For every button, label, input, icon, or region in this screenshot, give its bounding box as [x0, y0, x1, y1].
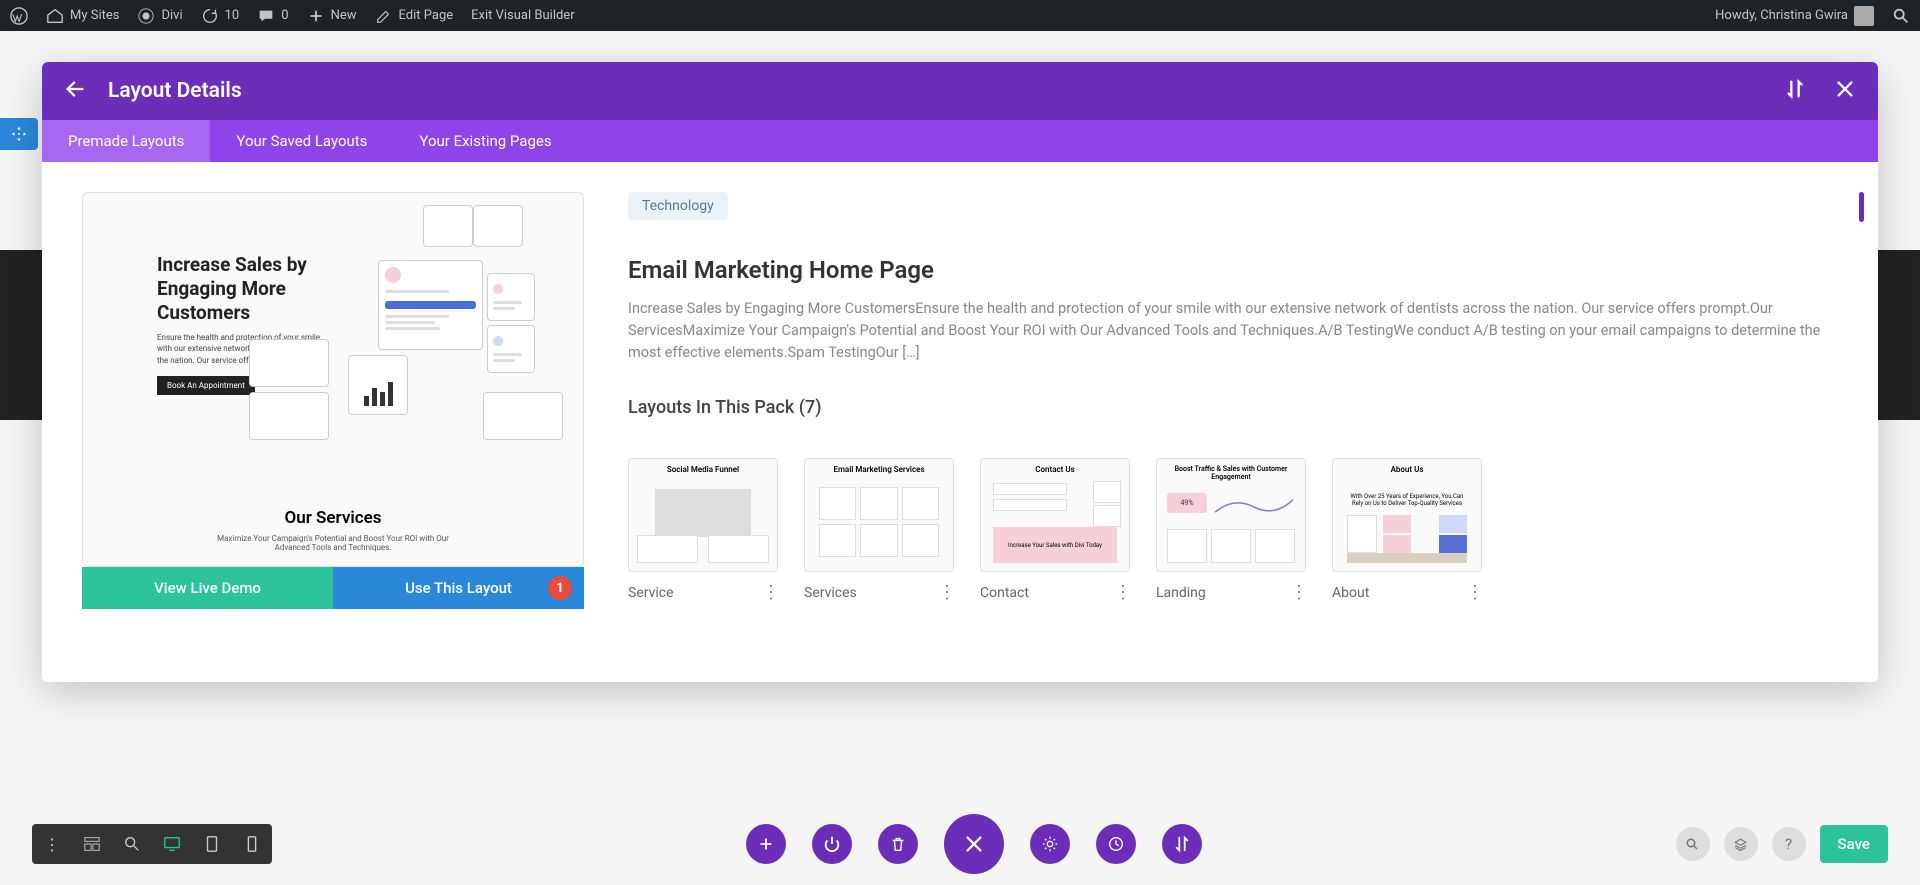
thumb-landing[interactable]: Boost Traffic & Sales with Customer Enga…	[1156, 458, 1306, 603]
category-tag[interactable]: Technology	[628, 192, 728, 220]
modal-tabs: Premade Layouts Your Saved Layouts Your …	[42, 120, 1878, 162]
updates-count: 10	[225, 8, 240, 23]
tab-existing[interactable]: Your Existing Pages	[393, 120, 577, 162]
more-icon[interactable]: ⋮	[1114, 582, 1130, 603]
wp-logo[interactable]	[10, 7, 28, 25]
preview-actions: View Live Demo Use This Layout 1	[82, 567, 584, 609]
wireframe-icon[interactable]	[72, 824, 112, 864]
new-content[interactable]: New	[307, 7, 357, 25]
comments-count: 0	[281, 8, 288, 23]
avatar	[1854, 6, 1874, 26]
thumb-caption: Landing	[1156, 585, 1206, 601]
layers-icon[interactable]	[1724, 827, 1758, 861]
thumb-service[interactable]: Social Media Funnel Service⋮	[628, 458, 778, 603]
layout-title: Email Marketing Home Page	[628, 256, 1838, 284]
my-sites-label: My Sites	[70, 8, 119, 23]
comments[interactable]: 0	[257, 7, 288, 25]
user-greeting[interactable]: Howdy, Christina Gwira	[1715, 6, 1874, 26]
exit-visual-builder[interactable]: Exit Visual Builder	[471, 8, 574, 23]
pack-thumbs: Social Media Funnel Service⋮ Email Marke…	[628, 458, 1838, 603]
more-menu-icon[interactable]: ⋮	[32, 824, 72, 864]
thumb-services[interactable]: Email Marketing Services Services⋮	[804, 458, 954, 603]
swap-icon[interactable]	[1162, 824, 1202, 864]
close-builder-icon[interactable]	[944, 814, 1004, 874]
save-button[interactable]: Save	[1820, 825, 1888, 863]
thumb-caption: About	[1332, 585, 1369, 601]
edit-label: Edit Page	[399, 8, 454, 23]
detail-column: Technology Email Marketing Home Page Inc…	[628, 192, 1838, 642]
tab-saved[interactable]: Your Saved Layouts	[210, 120, 393, 162]
more-icon[interactable]: ⋮	[1290, 582, 1306, 603]
move-handle[interactable]	[0, 118, 38, 150]
more-icon[interactable]: ⋮	[762, 582, 778, 603]
sort-icon[interactable]	[1784, 78, 1806, 104]
preview-column: Increase Sales by Engaging More Customer…	[82, 192, 584, 642]
my-sites[interactable]: My Sites	[46, 7, 119, 25]
modal-body: Increase Sales by Engaging More Customer…	[42, 162, 1878, 682]
right-actions: ? Save	[1676, 825, 1888, 863]
exit-label: Exit Visual Builder	[471, 8, 574, 23]
tablet-icon[interactable]	[192, 824, 232, 864]
thumb-contact[interactable]: Contact UsIncrease Your Sales with Divi …	[980, 458, 1130, 603]
modal-title: Layout Details	[108, 79, 242, 103]
bottom-toolbar: ⋮ ? Save	[0, 817, 1920, 871]
use-layout-button[interactable]: Use This Layout 1	[333, 567, 584, 609]
site-name[interactable]: Divi	[137, 7, 182, 25]
use-layout-label: Use This Layout	[405, 579, 512, 597]
layout-preview: Increase Sales by Engaging More Customer…	[82, 192, 584, 567]
updates[interactable]: 10	[201, 7, 240, 25]
search-icon[interactable]	[1892, 7, 1910, 25]
view-demo-button[interactable]: View Live Demo	[82, 567, 333, 609]
pack-title: Layouts In This Pack (7)	[628, 397, 1838, 418]
trash-icon[interactable]	[878, 824, 918, 864]
wp-admin-bar: My Sites Divi 10 0 New Edit Page Exit Vi…	[0, 0, 1920, 31]
thumb-caption: Services	[804, 585, 857, 601]
edit-page[interactable]: Edit Page	[375, 7, 454, 25]
gear-icon[interactable]	[1030, 824, 1070, 864]
more-icon[interactable]: ⋮	[1466, 582, 1482, 603]
new-label: New	[331, 8, 357, 23]
thumb-about[interactable]: About UsWith Over 25 Years of Experience…	[1332, 458, 1482, 603]
find-icon[interactable]	[1676, 827, 1710, 861]
preview-cta: Book An Appointment	[157, 376, 255, 395]
zoom-icon[interactable]	[112, 824, 152, 864]
center-actions	[746, 814, 1202, 874]
thumb-caption: Service	[628, 585, 674, 601]
more-icon[interactable]: ⋮	[938, 582, 954, 603]
close-icon[interactable]	[1834, 78, 1856, 104]
preview-headline: Increase Sales by Engaging More Customer…	[157, 253, 327, 324]
power-icon[interactable]	[812, 824, 852, 864]
add-icon[interactable]	[746, 824, 786, 864]
howdy-label: Howdy, Christina Gwira	[1715, 8, 1848, 23]
back-icon[interactable]	[64, 78, 86, 104]
layout-modal: Layout Details Premade Layouts Your Save…	[42, 62, 1878, 682]
preview-services-sub: Maximize Your Campaign's Potential and B…	[203, 534, 463, 552]
site-name-label: Divi	[161, 8, 182, 23]
modal-header: Layout Details	[42, 62, 1878, 120]
layout-description: Increase Sales by Engaging More Customer…	[628, 298, 1838, 363]
help-icon[interactable]: ?	[1772, 827, 1806, 861]
desktop-icon[interactable]	[152, 824, 192, 864]
phone-icon[interactable]	[232, 824, 272, 864]
tab-premade[interactable]: Premade Layouts	[42, 120, 210, 162]
thumb-caption: Contact	[980, 585, 1029, 601]
step-badge: 1	[548, 576, 572, 600]
history-icon[interactable]	[1096, 824, 1136, 864]
view-mode-group: ⋮	[32, 824, 272, 864]
preview-services-title: Our Services	[83, 508, 583, 528]
